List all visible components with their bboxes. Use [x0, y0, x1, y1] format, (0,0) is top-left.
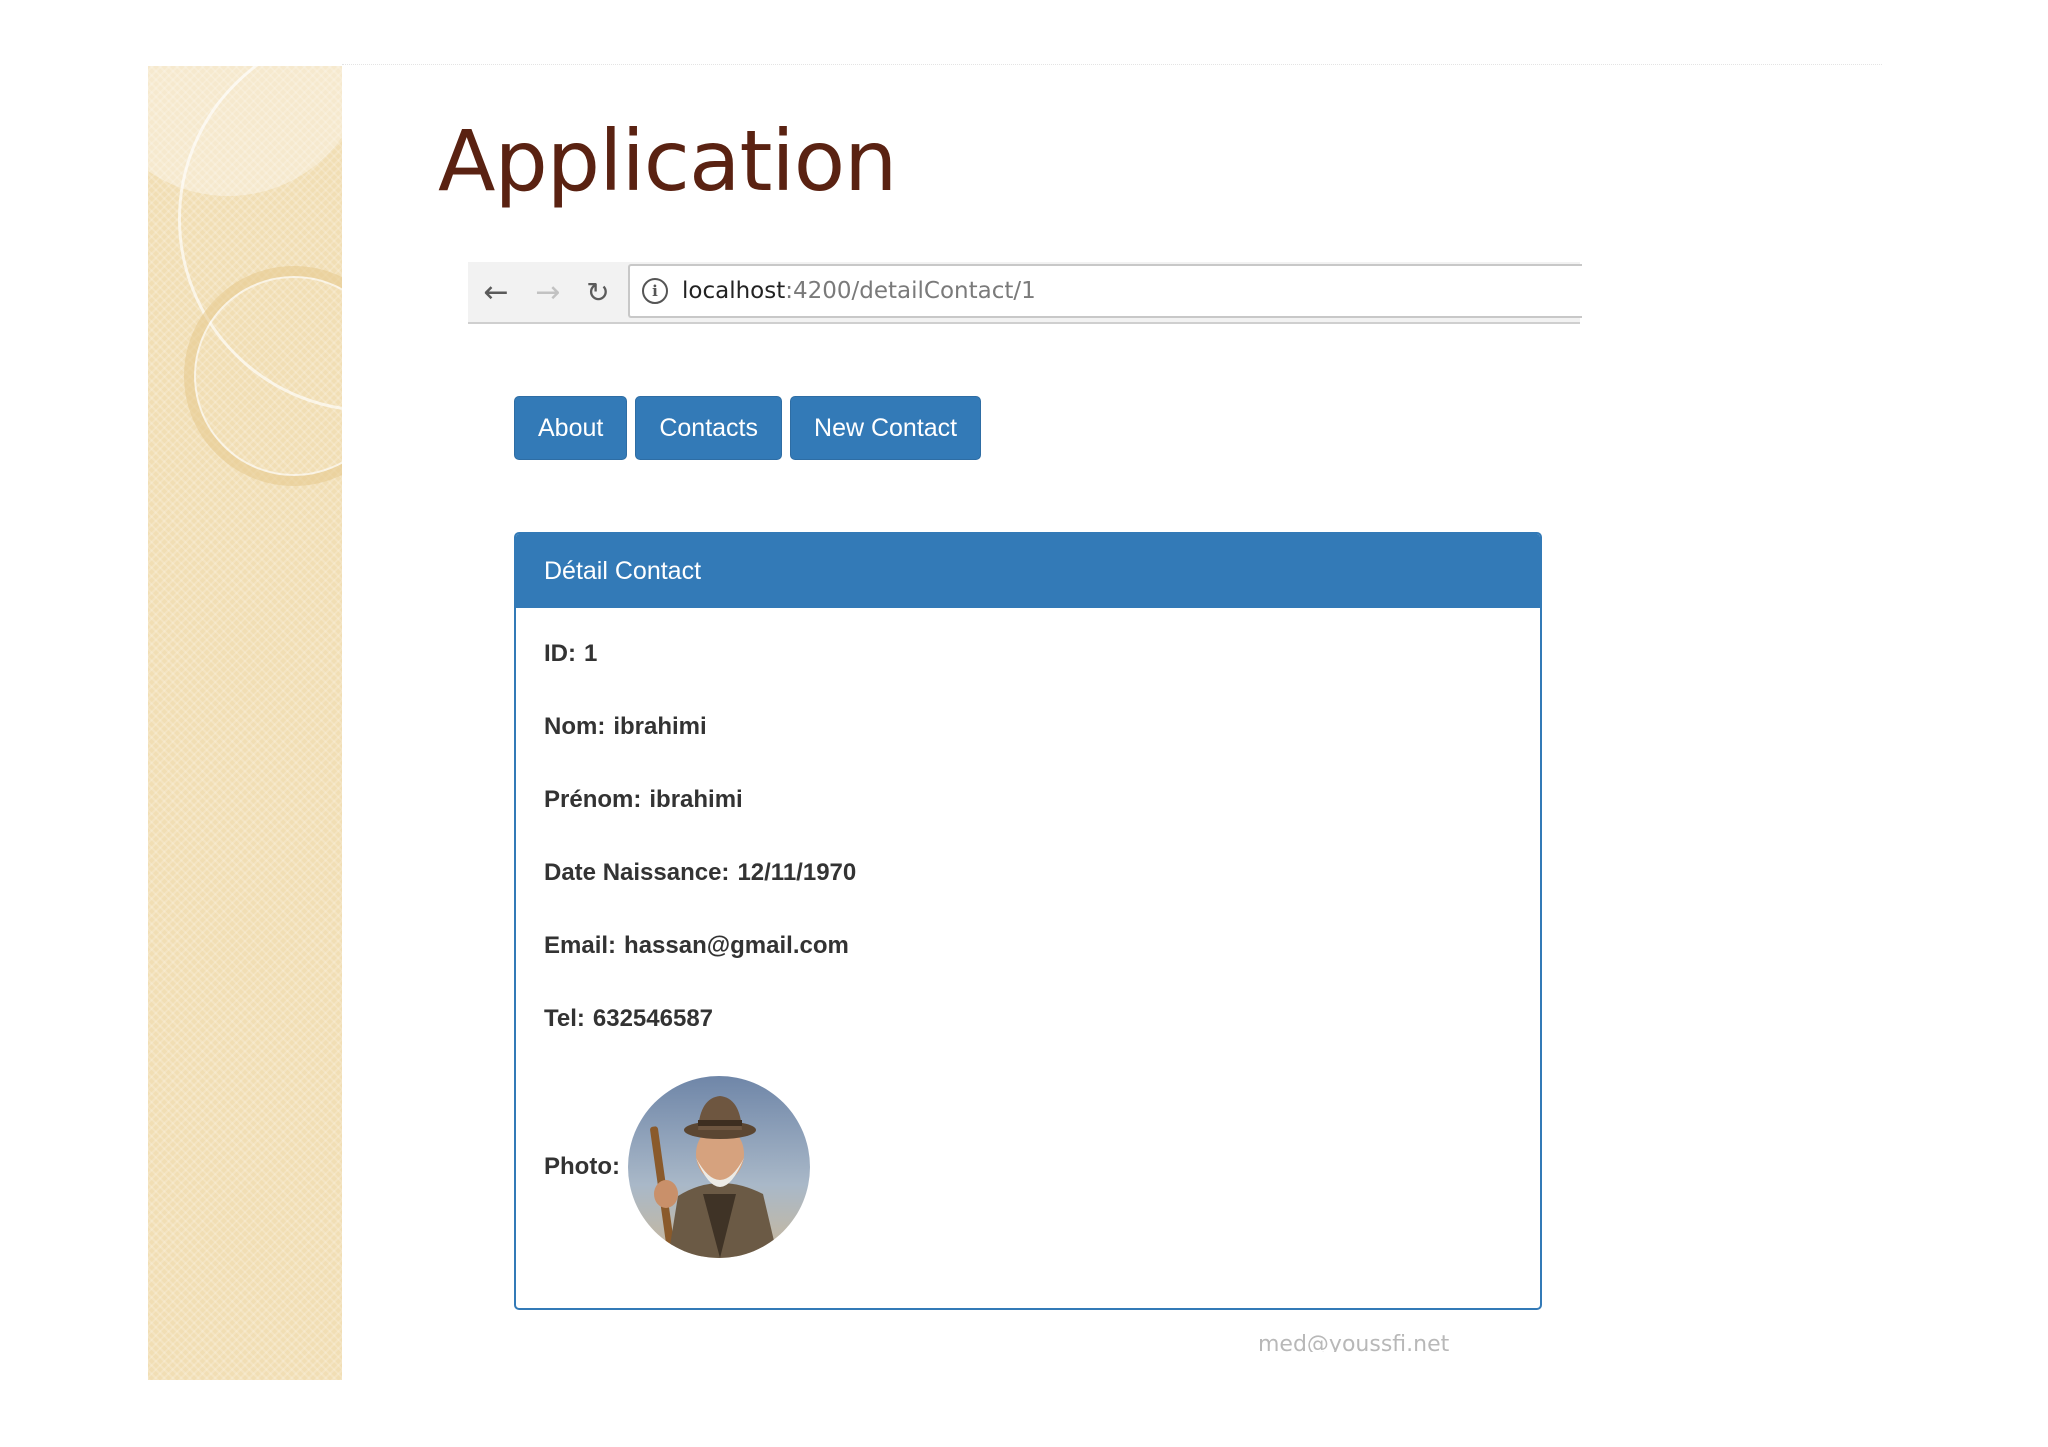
slide: Application ← → ↻ i localhost:4200/detai… [0, 0, 2048, 1447]
field-label: ID: [544, 640, 576, 667]
new-contact-button[interactable]: New Contact [790, 396, 982, 460]
field-label: Nom: [544, 713, 606, 740]
field-label: Prénom: [544, 786, 642, 813]
field-nom: Nom: ibrahimi [544, 703, 1512, 776]
field-photo: Photo: [544, 1076, 1512, 1258]
field-prenom: Prénom: ibrahimi [544, 776, 1512, 849]
footer-text: med@youssfi.net [1258, 1332, 1450, 1352]
reload-icon[interactable]: ↻ [580, 274, 616, 310]
decorative-side-strip [148, 66, 342, 1380]
top-divider [342, 64, 1882, 65]
field-value: 632546587 [592, 1005, 714, 1032]
field-label: Email: [544, 932, 617, 959]
field-value: 12/11/1970 [737, 859, 857, 886]
field-value: ibrahimi [613, 713, 707, 740]
field-label: Date Naissance: [544, 859, 730, 886]
contact-photo [627, 1076, 810, 1258]
field-value: ibrahimi [649, 786, 743, 813]
field-label: Photo: [544, 1153, 620, 1180]
field-email: Email: hassan@gmail.com [544, 922, 1512, 995]
url-path: :4200/detailContact/1 [785, 278, 1036, 304]
arrow-left-icon[interactable]: ← [478, 274, 514, 310]
panel-body: ID: 1 Nom: ibrahimi Prénom: ibrahimi Dat… [516, 608, 1540, 1258]
panel-heading: Détail Contact [516, 534, 1540, 608]
field-value: 1 [584, 640, 598, 667]
info-icon[interactable]: i [642, 278, 668, 304]
slide-title: Application [438, 112, 897, 210]
url-host: localhost [682, 278, 786, 304]
field-date-naissance: Date Naissance: 12/11/1970 [544, 849, 1512, 922]
field-id: ID: 1 [544, 630, 1512, 703]
url-input[interactable]: i localhost:4200/detailContact/1 [628, 264, 1582, 318]
about-button[interactable]: About [514, 396, 628, 460]
detail-contact-panel: Détail Contact ID: 1 Nom: ibrahimi Préno… [514, 532, 1542, 1310]
app-nav: About Contacts New Contact [514, 396, 982, 460]
browser-address-bar: ← → ↻ i localhost:4200/detailContact/1 [468, 262, 1582, 324]
contacts-button[interactable]: Contacts [635, 396, 783, 460]
field-value: hassan@gmail.com [624, 932, 849, 959]
arrow-right-icon[interactable]: → [530, 274, 566, 310]
field-label: Tel: [544, 1005, 585, 1032]
field-tel: Tel: 632546587 [544, 995, 1512, 1068]
url-text: localhost:4200/detailContact/1 [682, 278, 1036, 304]
